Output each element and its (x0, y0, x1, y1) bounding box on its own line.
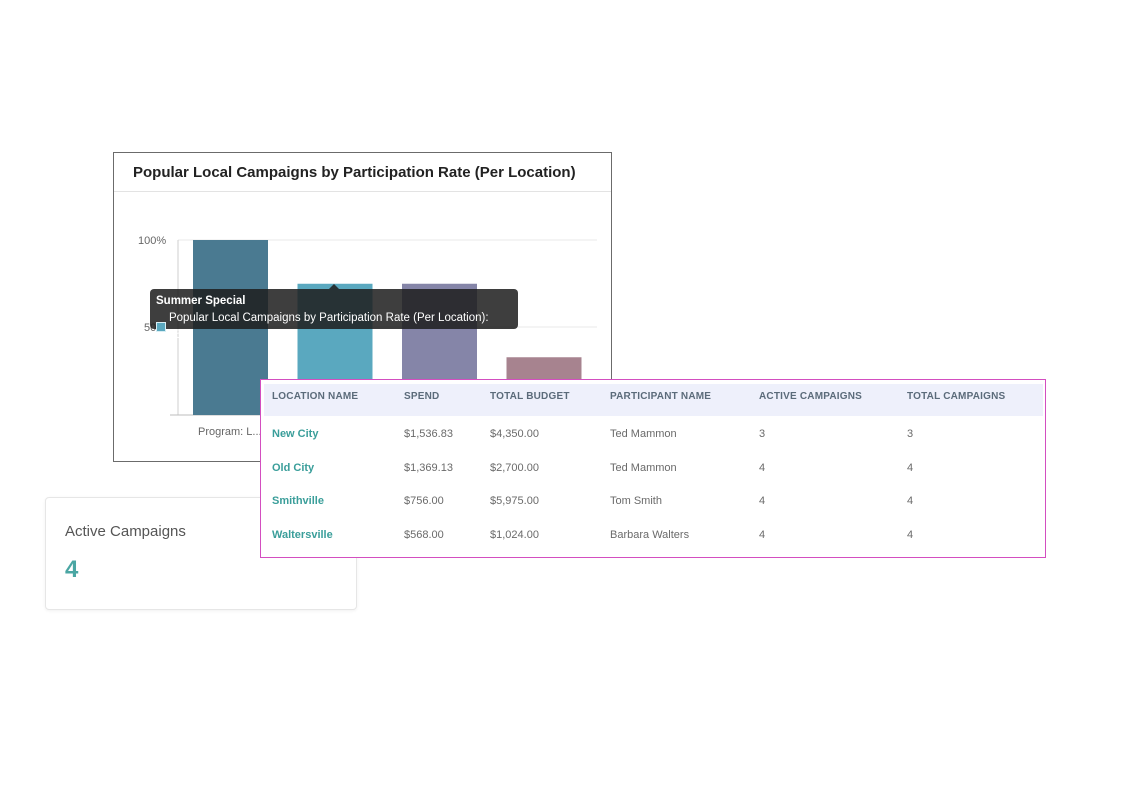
location-link[interactable]: Waltersville (272, 529, 333, 541)
y-tick-100: 100% (138, 235, 166, 247)
header-participant-name[interactable]: PARTICIPANT NAME (610, 391, 711, 402)
tooltip-text: Popular Local Campaigns by Participation… (168, 312, 489, 341)
total-cell: 4 (907, 462, 914, 474)
participant-cell: Ted Mammon (610, 428, 677, 440)
table-row: Waltersville $568.00 $1,024.00 Barbara W… (261, 518, 1047, 551)
locations-table: LOCATION NAME SPEND TOTAL BUDGET PARTICI… (260, 379, 1046, 558)
active-cell: 4 (759, 462, 766, 474)
kpi-value: 4 (65, 556, 79, 583)
participant-cell: Tom Smith (610, 495, 662, 507)
header-active-campaigns[interactable]: ACTIVE CAMPAIGNS (759, 391, 862, 402)
total-cell: 4 (907, 495, 914, 507)
kpi-label: Active Campaigns (65, 523, 186, 540)
budget-cell: $4,350.00 (490, 428, 539, 440)
participant-cell: Barbara Walters (610, 529, 690, 541)
chart-tooltip: Summer Special Popular Local Campaigns b… (150, 289, 518, 341)
active-cell: 4 (759, 495, 766, 507)
table-row: Old City $1,369.13 $2,700.00 Ted Mammon … (261, 451, 1047, 484)
x-tick-label: Program: L... (198, 426, 262, 438)
participant-cell: Ted Mammon (610, 462, 677, 474)
total-cell: 4 (907, 529, 914, 541)
spend-cell: $756.00 (404, 495, 444, 507)
budget-cell: $1,024.00 (490, 529, 539, 541)
budget-cell: $5,975.00 (490, 495, 539, 507)
spend-cell: $1,369.13 (404, 462, 453, 474)
location-link[interactable]: New City (272, 428, 318, 440)
header-location-name[interactable]: LOCATION NAME (272, 391, 358, 402)
spend-cell: $1,536.83 (404, 428, 453, 440)
total-cell: 3 (907, 428, 914, 440)
budget-cell: $2,700.00 (490, 462, 539, 474)
tooltip-title: Summer Special (156, 295, 246, 307)
tooltip-row: Popular Local Campaigns by Participation… (156, 310, 512, 344)
table-row: Smithville $756.00 $5,975.00 Tom Smith 4… (261, 484, 1047, 517)
tooltip-swatch (156, 322, 166, 332)
header-spend[interactable]: SPEND (404, 391, 439, 402)
header-total-budget[interactable]: TOTAL BUDGET (490, 391, 570, 402)
spend-cell: $568.00 (404, 529, 444, 541)
active-cell: 3 (759, 428, 766, 440)
location-link[interactable]: Smithville (272, 495, 324, 507)
location-link[interactable]: Old City (272, 462, 314, 474)
header-total-campaigns[interactable]: TOTAL CAMPAIGNS (907, 391, 1005, 402)
table-row: New City $1,536.83 $4,350.00 Ted Mammon … (261, 417, 1047, 450)
active-cell: 4 (759, 529, 766, 541)
